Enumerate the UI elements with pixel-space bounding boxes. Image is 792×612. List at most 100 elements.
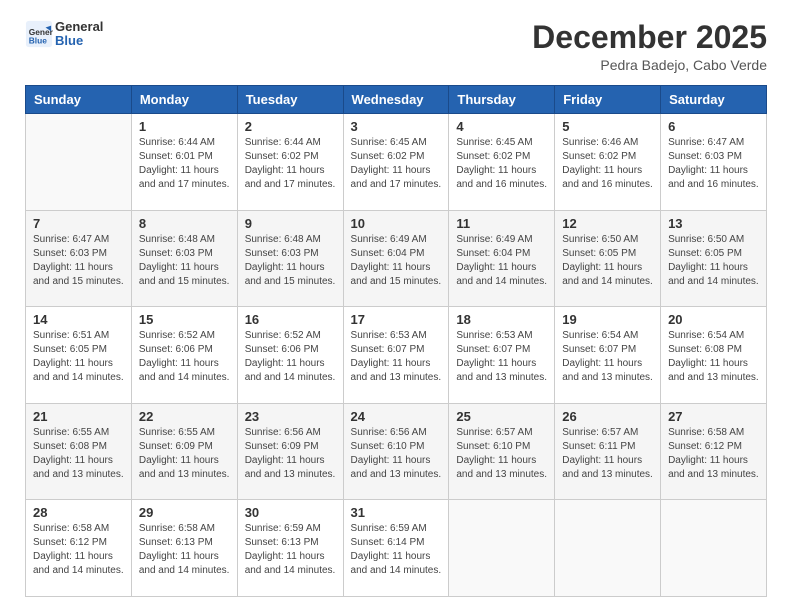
sunset-text: Sunset: 6:12 PM [668,440,759,454]
daylight-text: Daylight: 11 hoursand and 13 minutes. [562,357,653,385]
day-number: 10 [351,216,442,231]
table-row [555,500,661,597]
sunrise-text: Sunrise: 6:44 AM [139,136,230,150]
daylight-text: Daylight: 11 hoursand and 13 minutes. [351,454,442,482]
sunrise-text: Sunrise: 6:49 AM [351,233,442,247]
svg-text:Blue: Blue [29,36,47,46]
daylight-text: Daylight: 11 hoursand and 14 minutes. [139,357,230,385]
day-number: 22 [139,409,230,424]
sunrise-text: Sunrise: 6:58 AM [668,426,759,440]
sunrise-text: Sunrise: 6:54 AM [562,329,653,343]
daylight-text: Daylight: 11 hoursand and 15 minutes. [33,261,124,289]
sunset-text: Sunset: 6:13 PM [139,536,230,550]
day-number: 12 [562,216,653,231]
sunset-text: Sunset: 6:12 PM [33,536,124,550]
day-number: 24 [351,409,442,424]
day-number: 21 [33,409,124,424]
day-info: Sunrise: 6:48 AMSunset: 6:03 PMDaylight:… [139,233,230,289]
day-number: 14 [33,312,124,327]
table-row [26,114,132,211]
table-row: 13Sunrise: 6:50 AMSunset: 6:05 PMDayligh… [661,210,767,307]
sunset-text: Sunset: 6:03 PM [668,150,759,164]
table-row: 15Sunrise: 6:52 AMSunset: 6:06 PMDayligh… [131,307,237,404]
header-thursday: Thursday [449,86,555,114]
table-row: 31Sunrise: 6:59 AMSunset: 6:14 PMDayligh… [343,500,449,597]
sunset-text: Sunset: 6:02 PM [456,150,547,164]
sunrise-text: Sunrise: 6:48 AM [245,233,336,247]
day-info: Sunrise: 6:58 AMSunset: 6:12 PMDaylight:… [33,522,124,578]
sunset-text: Sunset: 6:10 PM [351,440,442,454]
sunrise-text: Sunrise: 6:58 AM [139,522,230,536]
header-saturday: Saturday [661,86,767,114]
day-number: 7 [33,216,124,231]
day-number: 16 [245,312,336,327]
sunrise-text: Sunrise: 6:55 AM [33,426,124,440]
sunset-text: Sunset: 6:04 PM [456,247,547,261]
day-number: 27 [668,409,759,424]
sunset-text: Sunset: 6:05 PM [562,247,653,261]
sunrise-text: Sunrise: 6:48 AM [139,233,230,247]
sunset-text: Sunset: 6:14 PM [351,536,442,550]
sunrise-text: Sunrise: 6:56 AM [245,426,336,440]
day-info: Sunrise: 6:58 AMSunset: 6:12 PMDaylight:… [668,426,759,482]
day-info: Sunrise: 6:55 AMSunset: 6:08 PMDaylight:… [33,426,124,482]
day-number: 29 [139,505,230,520]
day-number: 11 [456,216,547,231]
calendar-header-row: Sunday Monday Tuesday Wednesday Thursday… [26,86,767,114]
table-row: 11Sunrise: 6:49 AMSunset: 6:04 PMDayligh… [449,210,555,307]
day-number: 2 [245,119,336,134]
day-info: Sunrise: 6:45 AMSunset: 6:02 PMDaylight:… [456,136,547,192]
sunset-text: Sunset: 6:06 PM [245,343,336,357]
day-number: 13 [668,216,759,231]
table-row: 25Sunrise: 6:57 AMSunset: 6:10 PMDayligh… [449,403,555,500]
sunrise-text: Sunrise: 6:44 AM [245,136,336,150]
day-info: Sunrise: 6:47 AMSunset: 6:03 PMDaylight:… [33,233,124,289]
logo-icon: General Blue [25,20,53,48]
daylight-text: Daylight: 11 hoursand and 13 minutes. [668,454,759,482]
daylight-text: Daylight: 11 hoursand and 17 minutes. [351,164,442,192]
day-number: 4 [456,119,547,134]
daylight-text: Daylight: 11 hoursand and 17 minutes. [245,164,336,192]
table-row: 27 Sunrise: 6:58 AMSunset: 6:12 PMDayligh… [661,403,767,500]
daylight-text: Daylight: 11 hoursand and 14 minutes. [245,357,336,385]
sunrise-text: Sunrise: 6:55 AM [139,426,230,440]
day-number: 20 [668,312,759,327]
daylight-text: Daylight: 11 hoursand and 14 minutes. [562,261,653,289]
day-info: Sunrise: 6:44 AMSunset: 6:02 PMDaylight:… [245,136,336,192]
month-title: December 2025 [532,20,767,55]
day-info: Sunrise: 6:45 AMSunset: 6:02 PMDaylight:… [351,136,442,192]
daylight-text: Daylight: 11 hoursand and 17 minutes. [139,164,230,192]
table-row: 20Sunrise: 6:54 AMSunset: 6:08 PMDayligh… [661,307,767,404]
sunset-text: Sunset: 6:02 PM [245,150,336,164]
sunset-text: Sunset: 6:10 PM [456,440,547,454]
table-row: 7 Sunrise: 6:47 AMSunset: 6:03 PMDaylight… [26,210,132,307]
table-row: 2 Sunrise: 6:44 AMSunset: 6:02 PMDaylight… [237,114,343,211]
day-info: Sunrise: 6:44 AMSunset: 6:01 PMDaylight:… [139,136,230,192]
day-info: Sunrise: 6:57 AMSunset: 6:10 PMDaylight:… [456,426,547,482]
sunset-text: Sunset: 6:09 PM [139,440,230,454]
day-info: Sunrise: 6:46 AMSunset: 6:02 PMDaylight:… [562,136,653,192]
day-number: 18 [456,312,547,327]
day-info: Sunrise: 6:53 AMSunset: 6:07 PMDaylight:… [456,329,547,385]
header-sunday: Sunday [26,86,132,114]
table-row: 19Sunrise: 6:54 AMSunset: 6:07 PMDayligh… [555,307,661,404]
sunrise-text: Sunrise: 6:54 AM [668,329,759,343]
sunset-text: Sunset: 6:09 PM [245,440,336,454]
calendar-week-row: 7 Sunrise: 6:47 AMSunset: 6:03 PMDaylight… [26,210,767,307]
table-row [661,500,767,597]
table-row: 6Sunrise: 6:47 AMSunset: 6:03 PMDaylight… [661,114,767,211]
day-number: 30 [245,505,336,520]
daylight-text: Daylight: 11 hoursand and 13 minutes. [456,357,547,385]
daylight-text: Daylight: 11 hoursand and 14 minutes. [33,357,124,385]
daylight-text: Daylight: 11 hoursand and 13 minutes. [351,357,442,385]
calendar-week-row: 14Sunrise: 6:51 AMSunset: 6:05 PMDayligh… [26,307,767,404]
sunrise-text: Sunrise: 6:47 AM [33,233,124,247]
day-number: 28 [33,505,124,520]
sunset-text: Sunset: 6:08 PM [668,343,759,357]
header-wednesday: Wednesday [343,86,449,114]
day-number: 5 [562,119,653,134]
calendar-week-row: 28 Sunrise: 6:58 AMSunset: 6:12 PMDayligh… [26,500,767,597]
table-row: 21 Sunrise: 6:55 AMSunset: 6:08 PMDayligh… [26,403,132,500]
sunset-text: Sunset: 6:07 PM [562,343,653,357]
sunrise-text: Sunrise: 6:57 AM [456,426,547,440]
